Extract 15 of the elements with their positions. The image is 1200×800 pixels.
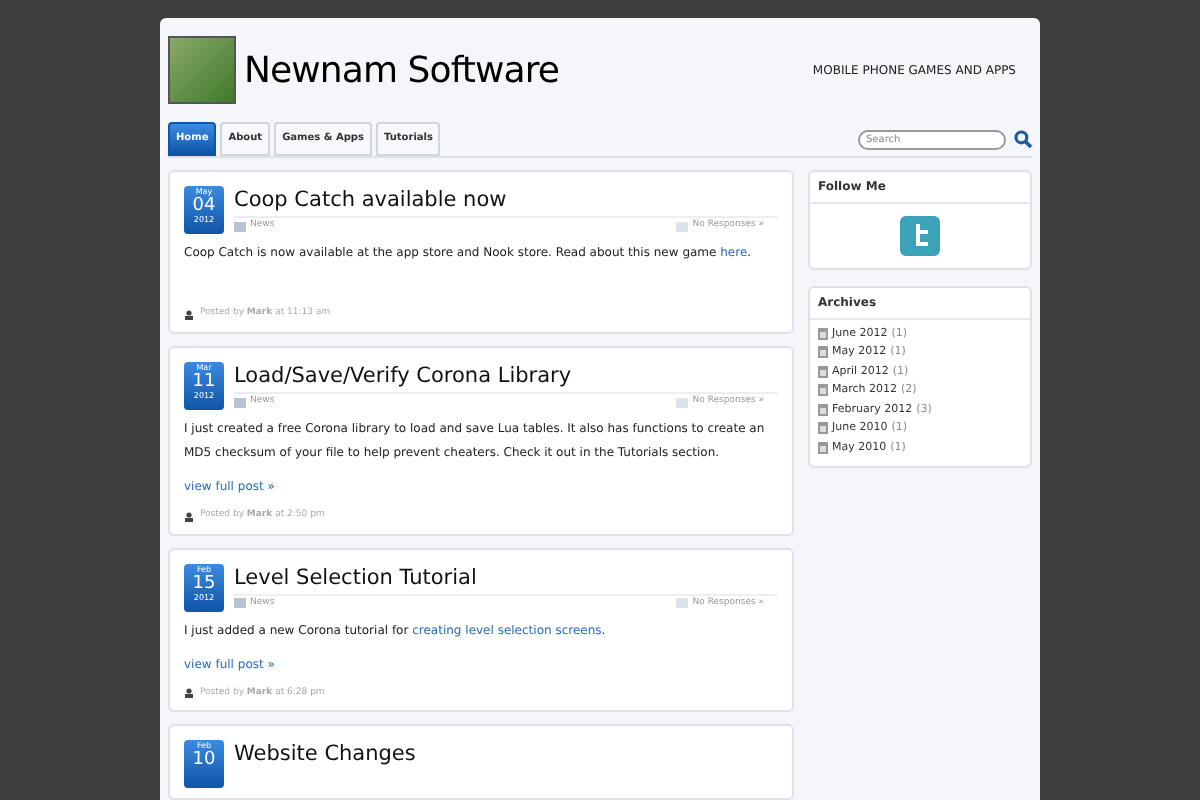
post-title[interactable]: Level Selection Tutorial	[234, 563, 778, 591]
post-title[interactable]: Coop Catch available now	[234, 186, 778, 214]
user-icon	[184, 309, 194, 320]
post-title[interactable]: Load/Save/Verify Corona Library	[234, 361, 778, 390]
date-day: 15	[192, 573, 216, 593]
post-title[interactable]: Website Changes	[234, 740, 778, 769]
parrot-logo-picture	[168, 36, 236, 104]
search-icon[interactable]	[1014, 130, 1032, 148]
user-icon	[184, 511, 194, 522]
date-day: 10	[192, 750, 216, 771]
date-day: 04	[192, 196, 216, 216]
twitter-icon[interactable]	[900, 216, 940, 256]
site-title[interactable]: Newnam Software	[244, 43, 560, 97]
user-icon	[184, 688, 194, 699]
date-day: 11	[192, 371, 216, 392]
